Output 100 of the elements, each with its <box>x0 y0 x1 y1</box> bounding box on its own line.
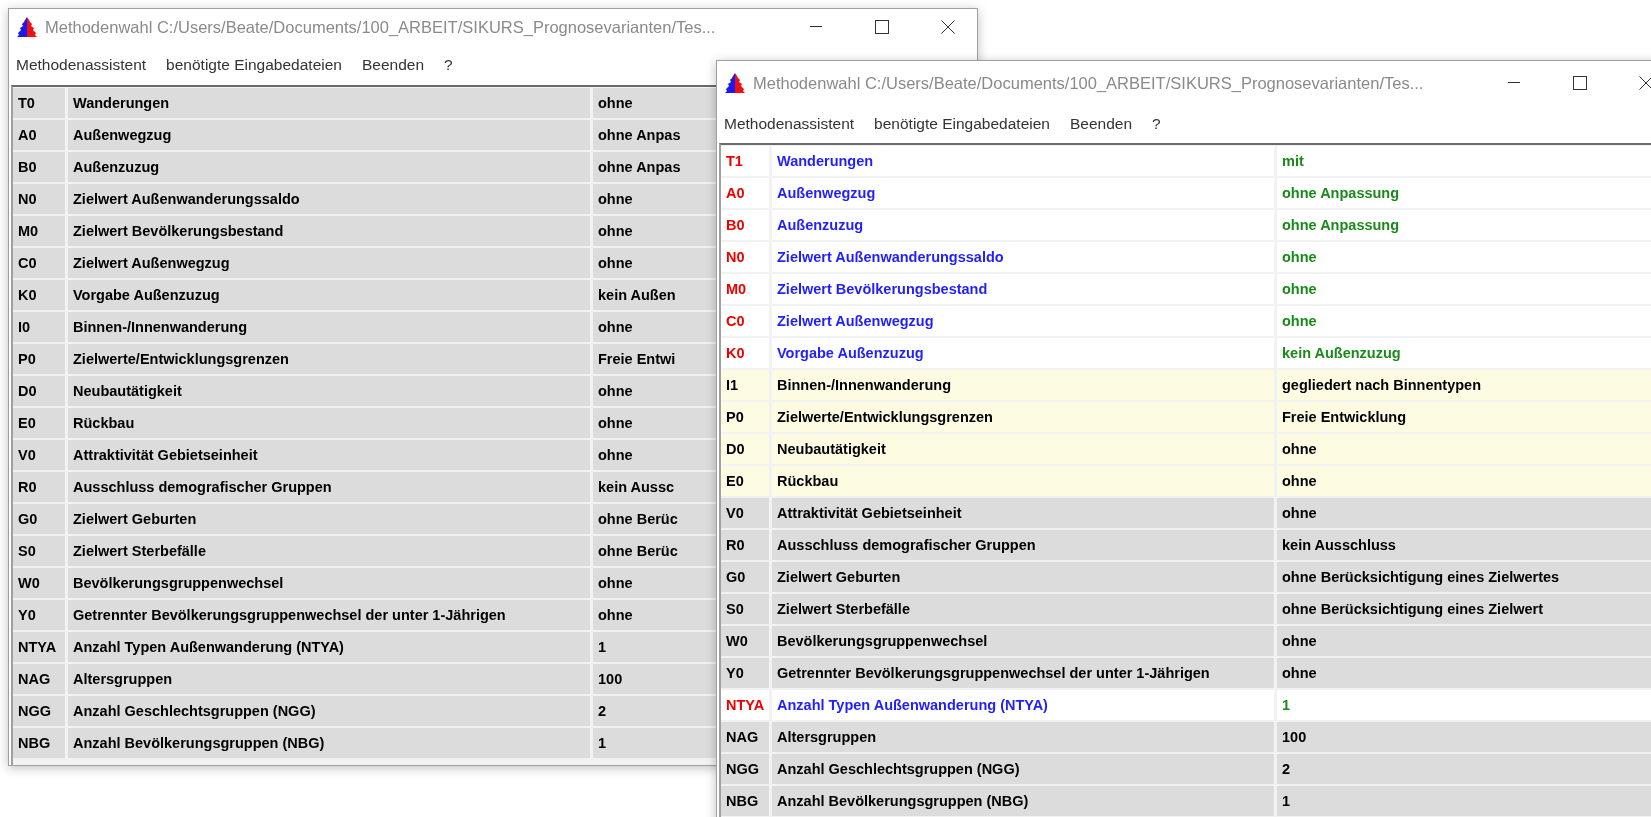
menu-item[interactable]: Methodenassistent <box>16 56 147 74</box>
parameter-code: I1 <box>721 370 769 400</box>
menu-item[interactable]: benötigte Eingabedateien <box>166 56 342 74</box>
parameter-name: Wanderungen <box>68 88 590 118</box>
parameter-code: Y0 <box>13 600 65 630</box>
parameter-code: NTYA <box>13 632 65 662</box>
parameter-name: Anzahl Geschlechtsgruppen (NGG) <box>68 696 590 726</box>
parameter-code: NBG <box>721 786 769 816</box>
parameter-code: T1 <box>721 146 769 176</box>
parameter-name: Altersgruppen <box>772 722 1274 752</box>
parameter-name: Außenzuzug <box>772 210 1274 240</box>
pyramid-icon <box>17 16 37 38</box>
parameter-code: P0 <box>721 402 769 432</box>
parameter-name: Binnen-/Innenwanderung <box>772 370 1274 400</box>
parameter-name: Rückbau <box>68 408 590 438</box>
parameter-value: Freie Entwicklung <box>1277 402 1651 432</box>
parameter-name: Vorgabe Außenzuzug <box>68 280 590 310</box>
parameter-code: K0 <box>13 280 65 310</box>
parameter-name: Anzahl Bevölkerungsgruppen (NBG) <box>68 728 590 758</box>
parameter-name: Neubautätigkeit <box>68 376 590 406</box>
menu-item[interactable]: ? <box>444 56 453 74</box>
parameter-code: S0 <box>721 594 769 624</box>
parameter-name: Außenwegzug <box>68 120 590 150</box>
pyramid-icon <box>725 72 745 94</box>
close-icon[interactable] <box>1639 76 1651 90</box>
parameter-code: P0 <box>13 344 65 374</box>
parameter-value: ohne Berücksichtigung eines Zielwertes <box>1277 562 1651 592</box>
parameter-value: ohne <box>1277 306 1651 336</box>
parameter-name: Getrennter Bevölkerungsgruppenwechsel der unter 1-Jährigen <box>772 658 1274 688</box>
parameter-name: Anzahl Bevölkerungsgruppen (NBG) <box>772 786 1274 816</box>
parameter-value: 100 <box>1277 722 1651 752</box>
parameter-name: Attraktivität Gebietseinheit <box>68 440 590 470</box>
parameter-code: W0 <box>13 568 65 598</box>
parameter-value: ohne Berücksichtigung eines Zielwert <box>1277 594 1651 624</box>
parameter-code: NAG <box>13 664 65 694</box>
parameter-value: ohne Anpassung <box>1277 178 1651 208</box>
minimize-icon[interactable] <box>810 26 822 28</box>
parameter-name: Neubautätigkeit <box>772 434 1274 464</box>
maximize-icon[interactable] <box>1573 76 1587 90</box>
menu-item[interactable]: ? <box>1152 115 1161 133</box>
parameter-code: G0 <box>721 562 769 592</box>
close-icon[interactable] <box>941 20 955 34</box>
parameter-code: R0 <box>13 472 65 502</box>
parameter-code: NTYA <box>721 690 769 720</box>
parameter-code: V0 <box>13 440 65 470</box>
parameter-code: M0 <box>13 216 65 246</box>
parameter-value: ohne Anpassung <box>1277 210 1651 240</box>
maximize-icon[interactable] <box>875 20 889 34</box>
parameter-name: Ausschluss demografischer Gruppen <box>68 472 590 502</box>
parameter-name: Anzahl Typen Außenwanderung (NTYA) <box>772 690 1274 720</box>
parameter-code: B0 <box>13 152 65 182</box>
parameter-code: NGG <box>721 754 769 784</box>
parameter-value: gegliedert nach Binnentypen <box>1277 370 1651 400</box>
parameter-name: Wanderungen <box>772 146 1274 176</box>
parameter-code: V0 <box>721 498 769 528</box>
parameter-value: mit <box>1277 146 1651 176</box>
parameter-value: ohne <box>1277 658 1651 688</box>
parameter-code: A0 <box>721 178 769 208</box>
parameter-code: T0 <box>13 88 65 118</box>
parameter-code: W0 <box>721 626 769 656</box>
parameter-code: N0 <box>721 242 769 272</box>
parameter-code: I0 <box>13 312 65 342</box>
parameter-code: R0 <box>721 530 769 560</box>
parameter-name: Zielwert Geburten <box>772 562 1274 592</box>
parameter-code: A0 <box>13 120 65 150</box>
parameter-code: E0 <box>13 408 65 438</box>
parameter-code: S0 <box>13 536 65 566</box>
parameter-name: Zielwerte/Entwicklungsgrenzen <box>772 402 1274 432</box>
parameter-name: Rückbau <box>772 466 1274 496</box>
parameter-name: Zielwert Außenwegzug <box>772 306 1274 336</box>
parameter-name: Binnen-/Innenwanderung <box>68 312 590 342</box>
parameter-name: Ausschluss demografischer Gruppen <box>772 530 1274 560</box>
parameter-name: Altersgruppen <box>68 664 590 694</box>
parameter-value: ohne <box>1277 498 1651 528</box>
parameter-value: ohne <box>1277 434 1651 464</box>
parameter-code: Y0 <box>721 658 769 688</box>
parameter-name: Zielwert Außenwanderungssaldo <box>68 184 590 214</box>
parameter-code: B0 <box>721 210 769 240</box>
parameter-name: Zielwert Außenwegzug <box>68 248 590 278</box>
parameter-value: kein Außenzuzug <box>1277 338 1651 368</box>
parameter-name: Getrennter Bevölkerungsgruppenwechsel der unter 1-Jährigen <box>68 600 590 630</box>
parameter-code: NBG <box>13 728 65 758</box>
parameter-name: Zielwert Sterbefälle <box>68 536 590 566</box>
parameter-code: E0 <box>721 466 769 496</box>
parameter-code: NGG <box>13 696 65 726</box>
parameter-name: Zielwert Bevölkerungsbestand <box>772 274 1274 304</box>
parameter-name: Bevölkerungsgruppenwechsel <box>772 626 1274 656</box>
menu-item[interactable]: Beenden <box>1069 115 1132 133</box>
parameter-code: N0 <box>13 184 65 214</box>
parameter-name: Zielwert Geburten <box>68 504 590 534</box>
parameter-code: K0 <box>721 338 769 368</box>
parameter-name: Außenwegzug <box>772 178 1274 208</box>
menu-item[interactable]: Beenden <box>361 56 424 74</box>
parameter-value: kein Ausschluss <box>1277 530 1651 560</box>
parameter-name: Attraktivität Gebietseinheit <box>772 498 1274 528</box>
parameter-name: Zielwert Sterbefälle <box>772 594 1274 624</box>
parameter-name: Außenzuzug <box>68 152 590 182</box>
minimize-icon[interactable] <box>1508 82 1520 84</box>
parameter-code: G0 <box>13 504 65 534</box>
parameter-value: ohne <box>1277 274 1651 304</box>
